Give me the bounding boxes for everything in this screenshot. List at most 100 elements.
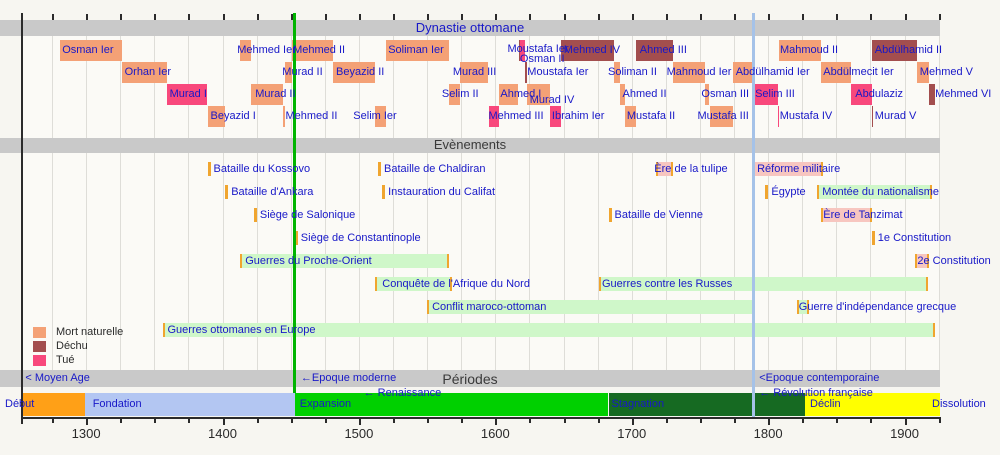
sultan-label[interactable]: Mahmoud II <box>780 44 838 57</box>
event-label[interactable]: Conflit maroco-ottoman <box>432 301 546 314</box>
axis-year-label: 1300 <box>72 426 101 441</box>
sultan-label[interactable]: Murad V <box>875 110 917 123</box>
axis-tick-bottom <box>325 419 327 423</box>
sultan-label[interactable]: Abdülhamid Ier <box>736 66 810 79</box>
event-label[interactable]: Égypte <box>771 186 805 199</box>
sultan-label[interactable]: Murad III <box>453 66 496 79</box>
axis-tick-bottom <box>564 419 566 423</box>
axis-tick-bottom <box>529 419 531 423</box>
gridline <box>632 153 633 370</box>
event-label[interactable]: Montée du nationalisme <box>822 186 939 199</box>
period-label[interactable]: Dissolution <box>932 398 986 411</box>
event-tick <box>254 208 257 222</box>
sultan-label[interactable]: Mustafa IV <box>780 110 833 123</box>
event-label[interactable]: 2e Constitution <box>917 255 990 268</box>
period-label[interactable]: Expansion <box>300 398 351 411</box>
sultan-label[interactable]: Orhan Ier <box>125 66 171 79</box>
sultan-label[interactable]: Murad IV <box>530 94 575 107</box>
event-start-tick <box>427 300 429 314</box>
event-tick <box>382 185 385 199</box>
era-label[interactable]: <Epoque contemporaine <box>759 372 879 385</box>
gridline <box>700 153 701 370</box>
axis-tick-bottom <box>836 419 838 423</box>
event-tick <box>208 162 211 176</box>
event-end-tick <box>926 277 928 291</box>
axis-tick-bottom <box>905 419 907 425</box>
legend-swatch-natural-death <box>33 327 46 338</box>
axis-tick-bottom <box>154 419 156 423</box>
event-label[interactable]: Guerres ottomanes en Europe <box>168 324 316 337</box>
axis-tick-bottom <box>257 419 259 423</box>
event-label[interactable]: Bataille du Kossovo <box>214 163 311 176</box>
axis-year-label: 1900 <box>890 426 919 441</box>
legend-label-deposed: Déchu <box>56 340 88 353</box>
era-label[interactable]: ←Epoque moderne <box>301 372 396 385</box>
sultan-label[interactable]: Abdülmecit Ier <box>823 66 893 79</box>
sultan-label[interactable]: Murad II <box>282 66 322 79</box>
axis-tick-bottom <box>802 419 804 423</box>
event-label[interactable]: Bataille de Vienne <box>615 209 703 222</box>
sultan-label[interactable]: Selim III <box>755 88 795 101</box>
sultan-label[interactable]: Mahmoud Ier <box>667 66 732 79</box>
event-label[interactable]: Bataille de Chaldiran <box>384 163 486 176</box>
sultan-label[interactable]: Beyazid II <box>336 66 384 79</box>
event-label[interactable]: Guerre d'indépendance grecque <box>799 301 956 314</box>
sultan-label[interactable]: Mehmed IV <box>564 44 620 57</box>
sultan-label[interactable]: Mehmed II <box>293 44 345 57</box>
era-label[interactable]: ← Renaissance <box>364 387 442 400</box>
sultan-label[interactable]: Abdulaziz <box>855 88 903 101</box>
axis-year-label: 1600 <box>481 426 510 441</box>
era-label[interactable]: ← Révolution française <box>759 387 873 400</box>
sultan-label[interactable]: Mehmed VI <box>935 88 991 101</box>
sultan-label[interactable]: Mehmed Ier <box>237 44 296 57</box>
event-label[interactable]: 1e Constitution <box>878 232 951 245</box>
event-label[interactable]: Siège de Constantinople <box>301 232 421 245</box>
sultan-label[interactable]: Beyazid I <box>211 110 256 123</box>
event-label[interactable]: Instauration du Califat <box>388 186 495 199</box>
axis-tick-bottom <box>870 419 872 423</box>
sultan-label[interactable]: Mehmed II <box>286 110 338 123</box>
sultan-label[interactable]: Ahmed III <box>640 44 687 57</box>
period-label[interactable]: Fondation <box>93 398 142 411</box>
sultan-label[interactable]: Ahmed II <box>623 88 667 101</box>
gridline <box>52 153 53 370</box>
era-label[interactable]: < Moyen Age <box>25 372 90 385</box>
x-axis-line <box>21 417 941 419</box>
event-label[interactable]: Ère de la tulipe <box>654 163 727 176</box>
event-label[interactable]: Réforme militaire <box>757 163 840 176</box>
event-label[interactable]: Ère de Tanzimat <box>823 209 902 222</box>
sultan-label[interactable]: Mustafa III <box>698 110 749 123</box>
sultan-label[interactable]: Mehmed III <box>489 110 544 123</box>
sultan-label[interactable]: Murad II <box>255 88 295 101</box>
sultan-label[interactable]: Osman II <box>520 53 565 66</box>
event-label[interactable]: Bataille d'Ankara <box>231 186 313 199</box>
axis-year-label: 1500 <box>344 426 373 441</box>
sultan-label[interactable]: Osman Ier <box>62 44 113 57</box>
event-label[interactable]: Conquête de l'Afrique du Nord <box>382 278 530 291</box>
legend-label-killed: Tué <box>56 354 75 367</box>
sultan-label[interactable]: Mustafa II <box>627 110 675 123</box>
sultan-label[interactable]: Mehmed V <box>920 66 973 79</box>
event-end-tick <box>933 323 935 337</box>
sultan-label[interactable]: Selim Ier <box>353 110 396 123</box>
sultan-label[interactable]: Soliman Ier <box>388 44 444 57</box>
event-label[interactable]: Siège de Salonique <box>260 209 355 222</box>
event-tick <box>765 185 768 199</box>
period-label[interactable]: Stagnation <box>612 398 665 411</box>
sultan-label[interactable]: Murad I <box>170 88 207 101</box>
sultan-label[interactable]: Moustafa Ier <box>527 66 588 79</box>
sultan-label[interactable]: Abdülhamid II <box>875 44 942 57</box>
sultan-label[interactable]: Ibrahim Ier <box>552 110 605 123</box>
axis-tick-bottom <box>734 419 736 423</box>
event-label[interactable]: Guerres contre les Russes <box>602 278 732 291</box>
axis-tick-bottom <box>666 419 668 423</box>
sultan-label[interactable]: Selim II <box>442 88 479 101</box>
sultan-label[interactable]: Soliman II <box>608 66 657 79</box>
period-label[interactable]: Début <box>5 398 34 411</box>
gridline <box>154 153 155 370</box>
event-label[interactable]: Guerres du Proche-Orient <box>245 255 372 268</box>
axis-tick-bottom <box>495 419 497 425</box>
dynasty-section-title[interactable]: Dynastie ottomane <box>0 20 940 36</box>
event-start-tick <box>817 185 819 199</box>
sultan-label[interactable]: Osman III <box>701 88 749 101</box>
